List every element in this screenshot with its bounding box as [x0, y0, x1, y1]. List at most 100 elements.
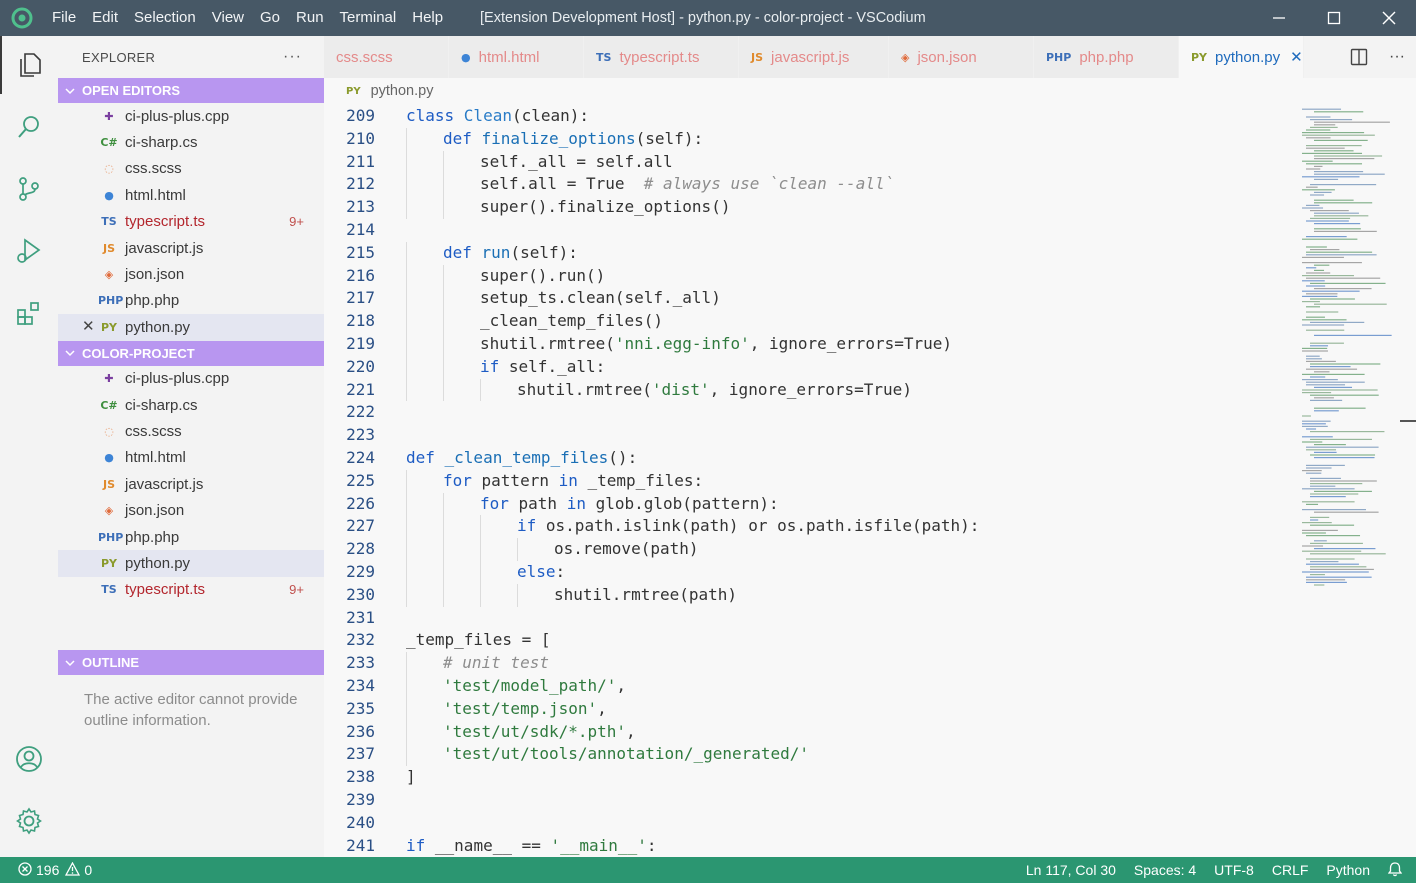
tab-json-json[interactable]: ◈ json.json: [889, 36, 1034, 78]
explorer-title: EXPLORER: [82, 49, 156, 65]
menu-go[interactable]: Go: [252, 0, 288, 36]
tab-label: python.py: [1215, 48, 1281, 66]
file-item[interactable]: PY python.py: [58, 550, 324, 577]
more-tab-actions-icon[interactable]: ···: [1378, 36, 1416, 78]
file-item[interactable]: ◈ json.json: [58, 497, 324, 523]
tab-python-py[interactable]: PY python.py ✕: [1179, 36, 1304, 78]
file-item[interactable]: PHP php.php: [58, 288, 324, 314]
indent-guide: [406, 173, 407, 197]
code-editor[interactable]: 209 class Clean(clean): 210 def finalize_op…: [324, 104, 1296, 857]
file-type-icon: ✚: [104, 109, 114, 123]
tab-css-scss[interactable]: css.scss: [324, 36, 449, 78]
minimap-line: [1310, 496, 1346, 498]
menu-file[interactable]: File: [44, 0, 84, 36]
file-item[interactable]: TS typescript.ts 9+: [58, 209, 324, 235]
language-mode[interactable]: Python: [1317, 862, 1379, 878]
code-token: shutil.rmtree(: [480, 334, 615, 353]
minimap-line: [1310, 438, 1372, 440]
problems-indicator[interactable]: 196 0: [18, 857, 92, 883]
code-token: setup_ts.clean(self._all): [480, 288, 721, 308]
code-token: if: [517, 516, 546, 536]
file-item[interactable]: C# ci-sharp.cs: [58, 129, 324, 155]
minimap-line: [1310, 366, 1351, 368]
minimap-line: [1306, 329, 1345, 331]
file-item[interactable]: ✕ PY python.py: [58, 314, 324, 341]
file-name: python.py: [125, 318, 191, 336]
file-type-icon: ●: [461, 50, 471, 64]
tab-php-php[interactable]: PHP php.php: [1034, 36, 1179, 78]
code-token: else: [517, 562, 556, 581]
tab-javascript-js[interactable]: JS javascript.js: [739, 36, 889, 78]
cursor-position[interactable]: Ln 117, Col 30: [1017, 862, 1125, 878]
menu-terminal[interactable]: Terminal: [332, 0, 405, 36]
code-token: run: [481, 242, 511, 262]
line-source: super().run(): [480, 265, 605, 288]
indentation[interactable]: Spaces: 4: [1125, 862, 1205, 878]
file-item[interactable]: ◌ css.scss: [58, 418, 324, 444]
breadcrumb[interactable]: PY python.py: [324, 78, 1416, 104]
menu-view[interactable]: View: [204, 0, 252, 36]
tab-html-html[interactable]: ● html.html: [449, 36, 584, 78]
code-token: Clean: [463, 106, 512, 125]
minimap-line: [1310, 345, 1329, 347]
file-item[interactable]: JS javascript.js: [58, 471, 324, 497]
minimap-line: [1306, 563, 1359, 565]
split-editor-icon[interactable]: [1340, 36, 1378, 78]
file-item[interactable]: JS javascript.js: [58, 235, 324, 261]
search-icon[interactable]: [0, 98, 58, 156]
code-line: 229 else:: [324, 561, 1296, 584]
line-ending[interactable]: CRLF: [1263, 862, 1318, 878]
menu-help[interactable]: Help: [404, 0, 451, 36]
explorer-icon[interactable]: [0, 36, 58, 94]
source-control-icon[interactable]: [0, 160, 58, 218]
more-actions-icon[interactable]: ···: [283, 48, 302, 66]
file-item[interactable]: ● html.html: [58, 445, 324, 471]
code-token: pattern: [481, 470, 559, 490]
code-token: , ignore_errors=True): [709, 379, 912, 399]
minimap-line: [1306, 446, 1379, 448]
run-debug-icon[interactable]: [0, 222, 58, 280]
accounts-icon[interactable]: [0, 730, 58, 788]
line-number: 236: [346, 721, 375, 741]
code-token: 'test/model_path/': [443, 676, 617, 695]
encoding[interactable]: UTF-8: [1205, 862, 1263, 878]
minimap[interactable]: [1296, 104, 1400, 857]
project-section-header[interactable]: COLOR-PROJECT: [58, 340, 324, 366]
code-token: (self):: [635, 128, 704, 148]
notifications-bell-icon[interactable]: [1379, 861, 1416, 880]
file-type-icon: ✚: [104, 372, 114, 386]
file-item[interactable]: ◌ css.scss: [58, 156, 324, 182]
vertical-scrollbar[interactable]: [1400, 104, 1416, 857]
menu-run[interactable]: Run: [288, 0, 332, 36]
indent-guide: [406, 492, 407, 516]
file-item[interactable]: C# ci-sharp.cs: [58, 392, 324, 418]
menu-selection[interactable]: Selection: [126, 0, 204, 36]
settings-gear-icon[interactable]: [0, 792, 58, 850]
close-window-icon[interactable]: [1361, 0, 1416, 36]
close-tab-icon[interactable]: ✕: [1290, 48, 1303, 66]
file-item[interactable]: ◈ json.json: [58, 261, 324, 287]
file-item[interactable]: TS typescript.ts 9+: [58, 577, 324, 603]
open-editors-section-header[interactable]: OPEN EDITORS: [58, 78, 324, 103]
line-number: 209: [346, 106, 375, 125]
file-item[interactable]: ✚ ci-plus-plus.cpp: [58, 103, 324, 129]
file-item[interactable]: ✚ ci-plus-plus.cpp: [58, 366, 324, 392]
file-type-icon: JS: [751, 50, 764, 64]
code-token: self._all = self.all: [480, 151, 673, 171]
code-line: 224 def _clean_temp_files():: [324, 447, 1296, 470]
minimap-line: [1302, 392, 1332, 394]
breadcrumb-file[interactable]: python.py: [371, 83, 434, 99]
scrollbar-thumb[interactable]: [1400, 420, 1416, 422]
menu-bar: File Edit Selection View Go Run Terminal Help: [44, 0, 451, 36]
minimize-icon[interactable]: [1251, 0, 1306, 36]
minimap-line: [1306, 147, 1345, 149]
maximize-icon[interactable]: [1306, 0, 1361, 36]
menu-edit[interactable]: Edit: [84, 0, 126, 36]
extensions-icon[interactable]: [0, 284, 58, 342]
outline-section-header[interactable]: OUTLINE: [58, 650, 324, 676]
line-number: 220: [346, 356, 375, 376]
file-item[interactable]: PHP php.php: [58, 524, 324, 550]
close-icon[interactable]: ✕: [82, 314, 95, 340]
tab-typescript-ts[interactable]: TS typescript.ts: [584, 36, 739, 78]
file-item[interactable]: ● html.html: [58, 182, 324, 208]
